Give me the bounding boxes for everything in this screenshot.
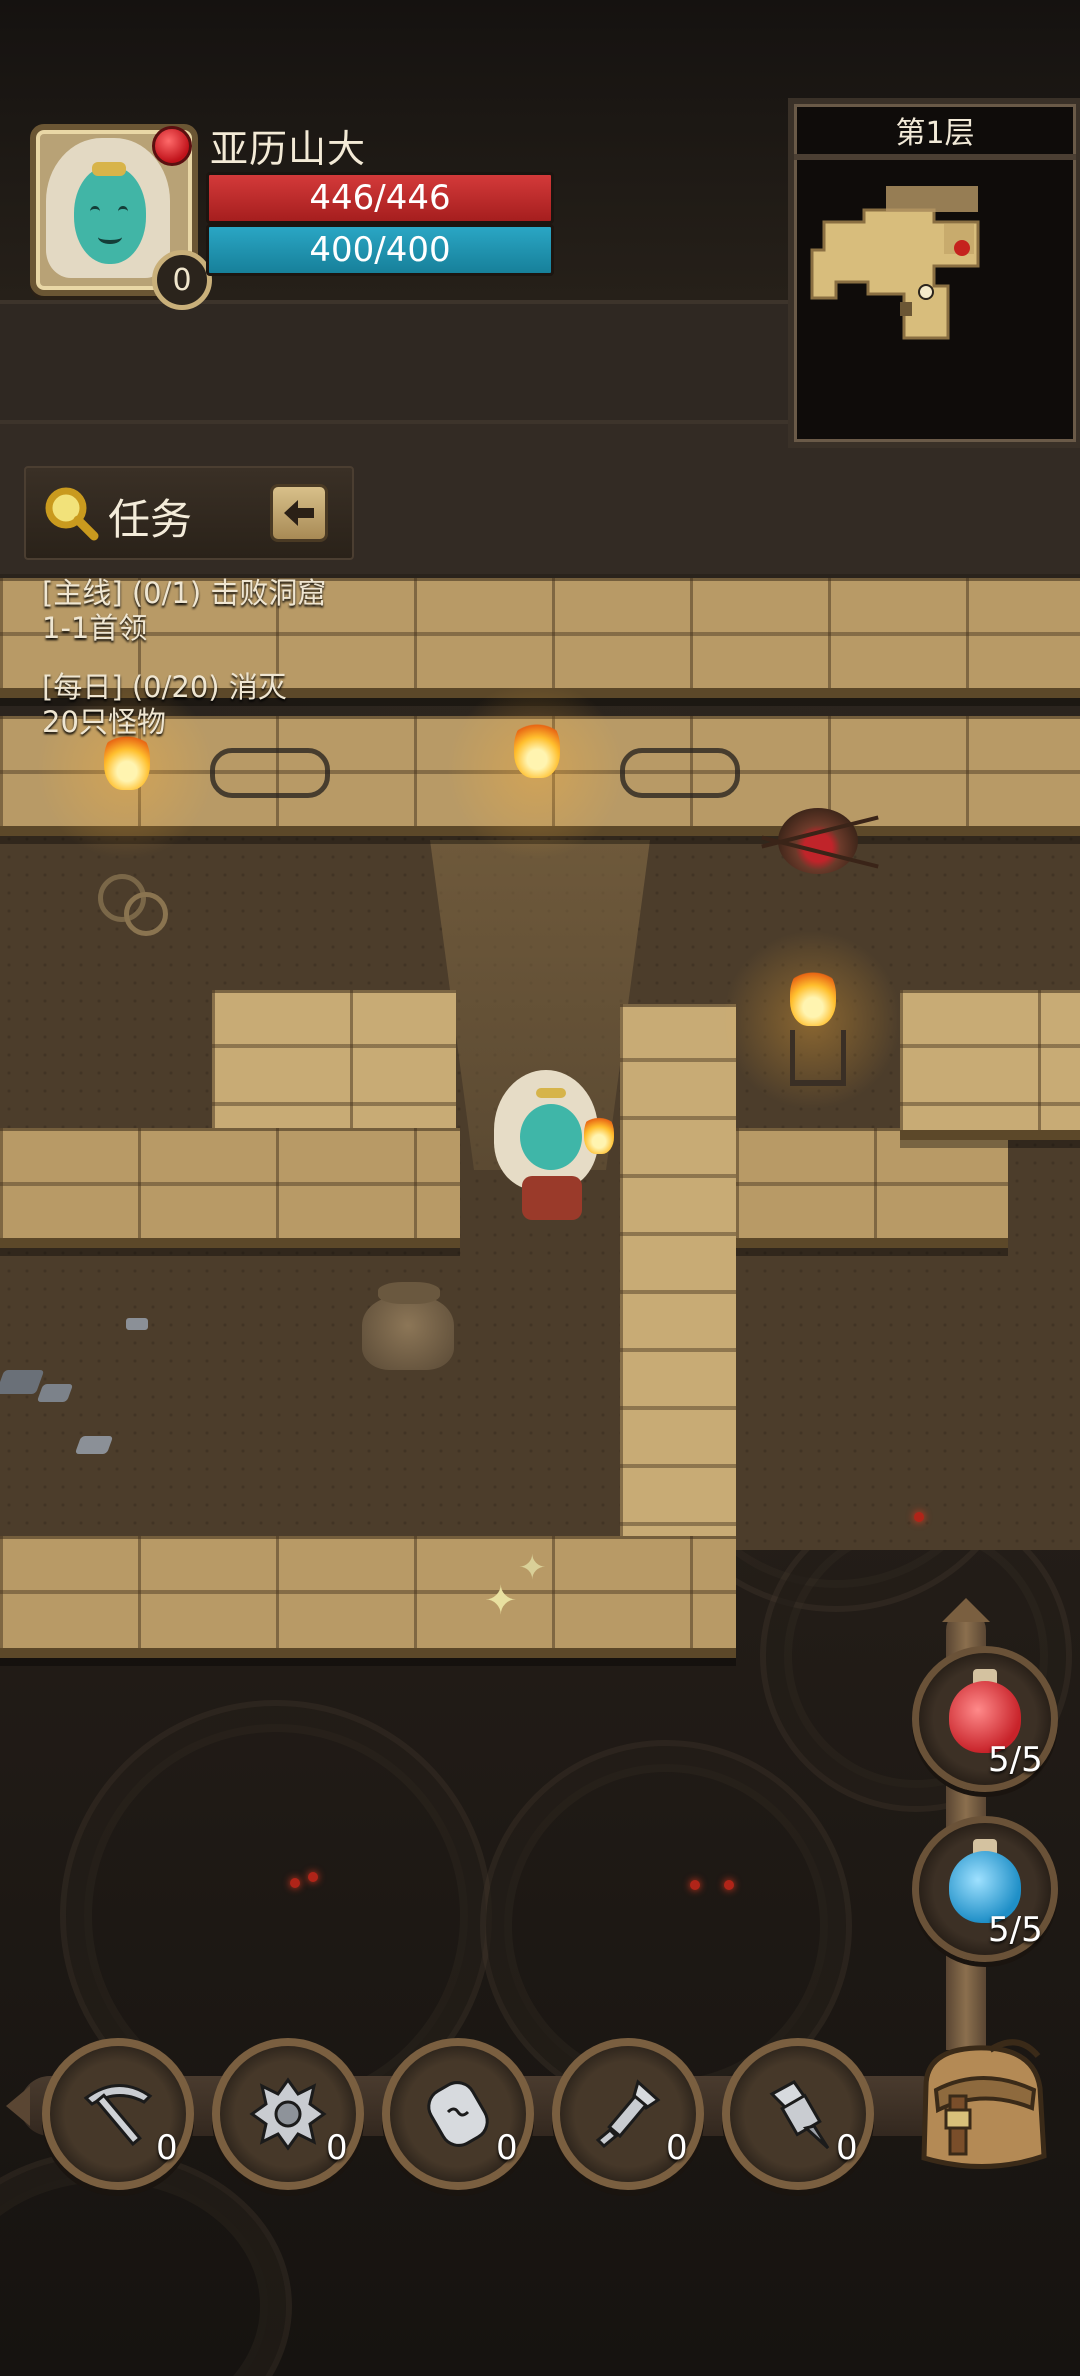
quest-panel: 任务 (24, 466, 354, 560)
drill-icon (769, 2080, 830, 2150)
minimap-enemy-marker (954, 240, 970, 256)
floor-label: 第1层 (895, 116, 975, 151)
health-potion-count: 5/5 (988, 1740, 1043, 1780)
lurking-eyes (308, 1872, 318, 1882)
arrow-left-icon (284, 500, 314, 526)
player-level-badge: 0 (152, 250, 212, 310)
tool-count-spiked-shield: 0 (326, 2128, 348, 2168)
mp-value: 400/400 (309, 230, 451, 270)
scroll-bomb-icon (427, 2081, 489, 2147)
quest-entry-daily[interactable]: [每日] (0/20) 消灭 20只怪物 (42, 670, 382, 740)
loot-sack-top (378, 1282, 440, 1304)
hero-face (520, 1104, 582, 1170)
portrait-face (74, 166, 146, 264)
tool-count-pickaxe: 0 (156, 2128, 178, 2168)
rail-end-left (6, 2086, 30, 2126)
stone-wall (212, 990, 456, 1140)
hp-value: 446/446 (309, 178, 451, 218)
hero-body (522, 1176, 582, 1220)
wall-chain (210, 748, 330, 798)
hero-circlet (536, 1088, 566, 1098)
sparkle-icon: ✦ (518, 1548, 547, 1588)
wall-torch-flame (514, 716, 560, 778)
potion-rack-top (942, 1598, 990, 1622)
backpack-icon (921, 2039, 1047, 2169)
collapse-quest-button[interactable] (270, 484, 328, 542)
wheel-debris (124, 892, 168, 936)
portrait-eye (118, 206, 128, 217)
mp-bar: 400/400 (206, 224, 554, 276)
tool-count-scroll-bomb: 0 (496, 2128, 518, 2168)
spiked-shield-icon (249, 2077, 327, 2151)
loot-sack[interactable] (362, 1296, 454, 1370)
quest-title: 任务 (108, 495, 193, 544)
portrait-smile (98, 230, 122, 244)
lurking-eyes (690, 1880, 700, 1890)
minimap[interactable]: 第1层 (788, 98, 1080, 448)
notification-dot[interactable] (152, 126, 192, 166)
brazier-stand (790, 1030, 846, 1086)
claw-tool-icon (595, 2079, 661, 2149)
player-name: 亚历山大 (210, 127, 367, 171)
portrait-eye (90, 206, 100, 217)
portrait-circlet (92, 162, 126, 176)
sparkle-icon: ✦ (484, 1578, 518, 1624)
minimap-map (810, 186, 980, 340)
brazier-flame (790, 964, 836, 1026)
wall-chain (620, 748, 740, 798)
stone-wall (0, 1536, 736, 1658)
lurking-eyes (724, 1880, 734, 1890)
pickaxe-icon (83, 2084, 153, 2147)
search-icon (45, 487, 99, 541)
stone-wall (900, 990, 1080, 1140)
backpack-button[interactable] (906, 2026, 1060, 2180)
stone-wall (0, 1128, 460, 1248)
minimap-divider (794, 154, 1076, 160)
rock (126, 1318, 148, 1330)
rock (74, 1436, 114, 1454)
tool-count-claw: 0 (666, 2128, 688, 2168)
minimap-player-marker (918, 284, 934, 300)
hp-bar: 446/446 (206, 172, 554, 224)
mana-potion-count: 5/5 (988, 1910, 1043, 1950)
lurking-eyes (290, 1878, 300, 1888)
hero-torch-flame (584, 1112, 614, 1154)
tool-count-drill: 0 (836, 2128, 858, 2168)
quest-entry-main[interactable]: [主线] (0/1) 击败洞窟 1-1首领 (42, 576, 382, 646)
stone-wall (736, 1128, 1008, 1248)
lurking-eyes (914, 1512, 924, 1522)
